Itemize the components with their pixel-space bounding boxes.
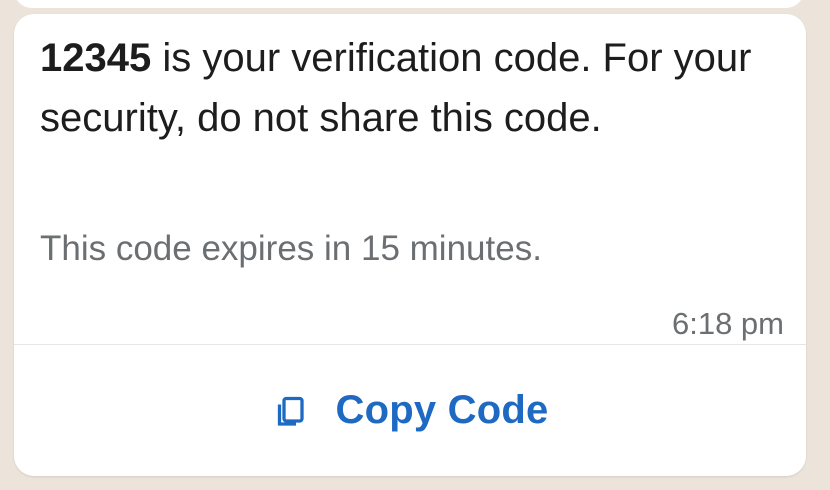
message-timestamp: 6:18 pm (671, 306, 784, 341)
copy-code-button[interactable]: Copy Code (14, 345, 806, 476)
message-body: 12345 is your verification code. For you… (40, 28, 788, 148)
previous-message-bubble (14, 0, 804, 8)
copy-icon (272, 394, 308, 430)
verification-code: 12345 (40, 36, 152, 80)
message-footer: This code expires in 15 minutes. (40, 229, 542, 268)
copy-code-label: Copy Code (335, 388, 549, 432)
message-bubble: 12345 is your verification code. For you… (14, 14, 806, 476)
